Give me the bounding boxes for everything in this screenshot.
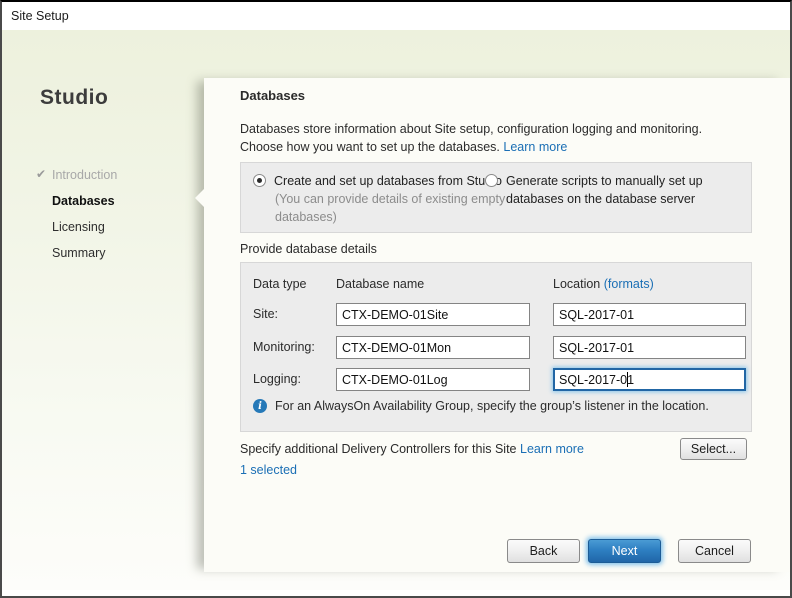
site-setup-window: Site Setup Studio ✔ Introduction Databas… [0, 0, 792, 598]
option-create-label: Create and set up databases from Studio [274, 174, 502, 188]
selected-count-link[interactable]: 1 selected [240, 463, 297, 477]
step-label: Summary [52, 246, 105, 260]
intro-text: Databases store information about Site s… [240, 120, 760, 156]
option-create-note: (You can provide details of existing emp… [275, 190, 513, 226]
sidebar-item-summary: Summary [2, 240, 204, 266]
text-caret [627, 372, 628, 387]
studio-logo: Studio [40, 86, 108, 110]
table-row-logging: Logging: [241, 368, 751, 392]
column-data-type: Data type [253, 277, 307, 291]
formats-link[interactable]: (formats) [604, 277, 654, 291]
learn-more-link-databases[interactable]: Learn more [503, 140, 567, 154]
site-location-input[interactable] [553, 303, 746, 326]
intro-line2: Choose how you want to set up the databa… [240, 140, 500, 154]
table-row-site: Site: [241, 303, 751, 327]
step-label: Introduction [52, 168, 117, 182]
database-details-group: Data type Database name Location (format… [240, 262, 752, 432]
page-title: Databases [240, 88, 305, 103]
logging-location-input[interactable] [553, 368, 746, 391]
window-title: Site Setup [11, 9, 69, 23]
option-create-databases[interactable]: Create and set up databases from Studio … [253, 172, 513, 226]
title-bar: Site Setup [2, 2, 790, 30]
info-text: For an AlwaysOn Availability Group, spec… [275, 399, 709, 413]
back-button[interactable]: Back [507, 539, 580, 563]
delivery-controllers-label: Specify additional Delivery Controllers … [240, 442, 517, 456]
database-setup-option-group: Create and set up databases from Studio … [240, 162, 752, 233]
alwayson-info-note: i For an AlwaysOn Availability Group, sp… [253, 399, 709, 413]
site-database-name-input[interactable] [336, 303, 530, 326]
wizard-steps: ✔ Introduction Databases Licensing Summa… [2, 162, 204, 266]
sidebar-item-databases: Databases [2, 188, 204, 214]
info-icon: i [253, 399, 267, 413]
checkmark-icon: ✔ [36, 167, 46, 181]
details-section-title: Provide database details [240, 242, 377, 256]
sidebar-item-introduction: ✔ Introduction [2, 162, 204, 188]
learn-more-link-controllers[interactable]: Learn more [520, 442, 584, 456]
next-button[interactable]: Next [588, 539, 661, 563]
select-controllers-button[interactable]: Select... [680, 438, 747, 460]
monitoring-location-input[interactable] [553, 336, 746, 359]
step-label: Licensing [52, 220, 105, 234]
step-label: Databases [52, 194, 115, 208]
sidebar: Studio ✔ Introduction Databases Licensin… [2, 30, 204, 590]
row-label-logging: Logging: [253, 368, 301, 391]
column-location-label: Location [553, 277, 600, 291]
details-header-row: Data type Database name Location (format… [241, 277, 751, 293]
table-row-monitoring: Monitoring: [241, 336, 751, 360]
logging-database-name-input[interactable] [336, 368, 530, 391]
row-label-monitoring: Monitoring: [253, 336, 315, 359]
content-panel: Databases Databases store information ab… [204, 78, 790, 572]
radio-button-icon[interactable] [253, 174, 266, 187]
delivery-controllers-row: Specify additional Delivery Controllers … [240, 442, 584, 456]
option-generate-scripts[interactable]: Generate scripts to manually set up data… [485, 172, 745, 208]
row-label-site: Site: [253, 303, 278, 326]
column-database-name: Database name [336, 277, 424, 291]
column-location: Location (formats) [553, 277, 654, 291]
intro-line1: Databases store information about Site s… [240, 122, 702, 136]
radio-button-icon[interactable] [485, 174, 498, 187]
sidebar-item-licensing: Licensing [2, 214, 204, 240]
option-generate-label: Generate scripts to manually set up data… [506, 172, 731, 208]
cancel-button[interactable]: Cancel [678, 539, 751, 563]
monitoring-database-name-input[interactable] [336, 336, 530, 359]
wizard-body: Studio ✔ Introduction Databases Licensin… [2, 30, 790, 590]
current-step-notch [195, 189, 204, 207]
